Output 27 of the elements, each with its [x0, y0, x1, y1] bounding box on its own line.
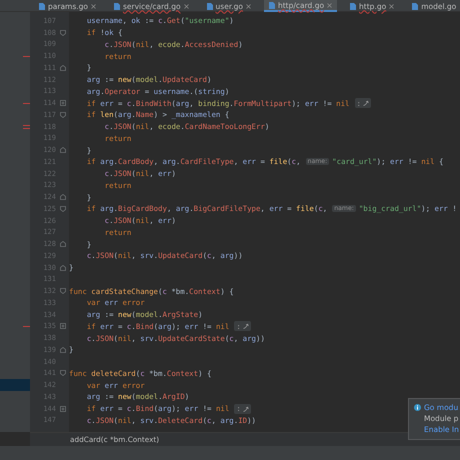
- arrow-icon: [362, 100, 369, 106]
- close-icon[interactable]: [184, 4, 189, 8]
- file-icon: [350, 2, 356, 10]
- close-icon[interactable]: [327, 2, 332, 8]
- expand-icon[interactable]: [60, 406, 66, 412]
- arrow-icon: [242, 323, 249, 330]
- fold-icon[interactable]: [60, 370, 66, 376]
- expand-icon[interactable]: [60, 100, 66, 106]
- file-icon: [39, 2, 45, 10]
- file-icon: [114, 2, 120, 10]
- fold-icon[interactable]: [60, 241, 66, 248]
- fold-icon[interactable]: [60, 64, 66, 71]
- info-icon: [414, 404, 421, 411]
- arrow-icon: [242, 406, 249, 412]
- fold-icon[interactable]: [60, 112, 66, 118]
- file-icon: [268, 2, 275, 8]
- fold-icon[interactable]: [60, 30, 66, 36]
- file-icon: [206, 2, 213, 10]
- close-icon[interactable]: [389, 4, 394, 8]
- fold-icon[interactable]: [60, 147, 66, 154]
- file-icon: [412, 2, 418, 10]
- fold-icon[interactable]: [60, 264, 66, 271]
- close-icon[interactable]: [246, 4, 251, 8]
- fold-icon[interactable]: [60, 346, 66, 353]
- close-icon[interactable]: [90, 4, 96, 8]
- fold-icon[interactable]: [60, 288, 66, 294]
- expand-icon[interactable]: [60, 323, 66, 330]
